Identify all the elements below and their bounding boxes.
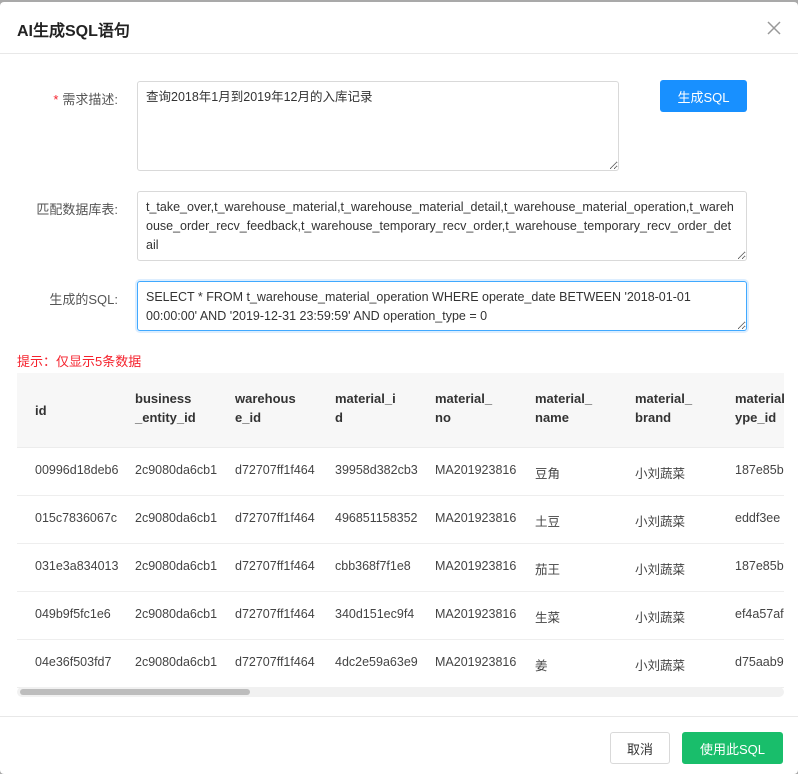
table-header: id business_entity_id warehouse_id mater…: [17, 373, 784, 448]
cell-material-id: 4dc2e59a63e9: [335, 655, 418, 669]
hint-text: 提示：仅显示5条数据: [17, 354, 142, 369]
use-sql-button[interactable]: 使用此SQL: [682, 732, 783, 764]
cell-material-no: MA201923816: [435, 511, 517, 525]
table-row: 04e36f503fd7 2c9080da6cb1 d72707ff1f464 …: [17, 640, 784, 688]
close-icon[interactable]: [762, 16, 786, 40]
table-row: 00996d18deb6 2c9080da6cb1 d72707ff1f464 …: [17, 448, 784, 496]
cell-material-no: MA201923816: [435, 559, 517, 573]
cell-material-name: 土豆: [535, 515, 561, 529]
cell-warehouse-id: d72707ff1f464: [235, 655, 315, 669]
header-material-type-id: material_type_id: [735, 391, 784, 425]
cell-material-id: 496851158352: [335, 511, 418, 525]
cell-id: 04e36f503fd7: [35, 655, 112, 669]
cell-material-brand: 小刘蔬菜: [635, 467, 686, 481]
cell-id: 015c7836067c: [35, 511, 118, 525]
cell-material-name: 豆角: [535, 467, 561, 481]
cancel-button[interactable]: 取消: [610, 732, 670, 764]
cell-material-brand: 小刘蔬菜: [635, 515, 686, 529]
tables-label: 匹配数据库表:: [36, 202, 118, 217]
generate-sql-button[interactable]: 生成SQL: [660, 80, 747, 112]
dialog-header: AI生成SQL语句: [0, 2, 798, 54]
cell-material-type-id: eddf3ee: [735, 511, 781, 525]
requirement-label: * 需求描述:: [0, 89, 118, 108]
dialog-footer: 取消 使用此SQL: [0, 716, 798, 774]
ai-sql-dialog: AI生成SQL语句 * 需求描述: 查询2018年1月到2019年12月的入库记录…: [0, 2, 798, 774]
sql-label: 生成的SQL:: [49, 292, 118, 307]
scrollbar-thumb[interactable]: [20, 689, 250, 695]
requirement-label-text: 需求描述:: [62, 92, 118, 107]
horizontal-scrollbar[interactable]: [17, 687, 784, 697]
cell-material-id: cbb368f7f1e8: [335, 559, 411, 573]
cell-warehouse-id: d72707ff1f464: [235, 511, 315, 525]
cell-id: 00996d18deb6: [35, 463, 119, 477]
cell-material-type-id: d75aab9: [735, 655, 784, 669]
table-row: 049b9f5fc1e6 2c9080da6cb1 d72707ff1f464 …: [17, 592, 784, 640]
header-material-no: material_no: [435, 391, 493, 425]
cell-warehouse-id: d72707ff1f464: [235, 559, 315, 573]
header-material-brand: material_brand: [635, 391, 693, 425]
cell-warehouse-id: d72707ff1f464: [235, 463, 315, 477]
required-asterisk: *: [53, 92, 59, 107]
header-material-id: material_id: [335, 391, 396, 425]
cell-business-entity-id: 2c9080da6cb1: [135, 607, 218, 621]
header-warehouse-id: warehouse_id: [235, 391, 296, 425]
requirement-textarea[interactable]: 查询2018年1月到2019年12月的入库记录: [137, 81, 619, 171]
header-id: id: [35, 403, 47, 418]
cell-material-no: MA201923816: [435, 463, 517, 477]
cell-material-name: 姜: [535, 659, 548, 673]
dialog-title: AI生成SQL语句: [17, 23, 130, 40]
cell-material-brand: 小刘蔬菜: [635, 563, 686, 577]
cell-business-entity-id: 2c9080da6cb1: [135, 655, 218, 669]
cell-warehouse-id: d72707ff1f464: [235, 607, 315, 621]
cell-business-entity-id: 2c9080da6cb1: [135, 559, 218, 573]
header-material-name: material_name: [535, 391, 593, 425]
cell-material-brand: 小刘蔬菜: [635, 611, 686, 625]
cell-business-entity-id: 2c9080da6cb1: [135, 463, 218, 477]
cell-material-no: MA201923816: [435, 655, 517, 669]
result-table: id business_entity_id warehouse_id mater…: [17, 373, 784, 703]
table-row: 031e3a834013 2c9080da6cb1 d72707ff1f464 …: [17, 544, 784, 592]
cell-material-type-id: 187e85b: [735, 463, 784, 477]
cell-material-brand: 小刘蔬菜: [635, 659, 686, 673]
table-row: 015c7836067c 2c9080da6cb1 d72707ff1f464 …: [17, 496, 784, 544]
cell-material-no: MA201923816: [435, 607, 517, 621]
cell-material-name: 茄王: [535, 563, 561, 577]
tables-textarea[interactable]: t_take_over,t_warehouse_material,t_wareh…: [137, 191, 747, 261]
cell-material-id: 340d151ec9f4: [335, 607, 415, 621]
cell-material-id: 39958d382cb3: [335, 463, 418, 477]
cell-material-type-id: 187e85b: [735, 559, 784, 573]
cell-id: 031e3a834013: [35, 559, 119, 573]
cell-material-type-id: ef4a57af: [735, 607, 784, 621]
sql-textarea[interactable]: SELECT * FROM t_warehouse_material_opera…: [137, 281, 747, 331]
cell-material-name: 生菜: [535, 611, 561, 625]
cell-id: 049b9f5fc1e6: [35, 607, 111, 621]
cell-business-entity-id: 2c9080da6cb1: [135, 511, 218, 525]
header-business-entity-id: business_entity_id: [135, 391, 196, 425]
